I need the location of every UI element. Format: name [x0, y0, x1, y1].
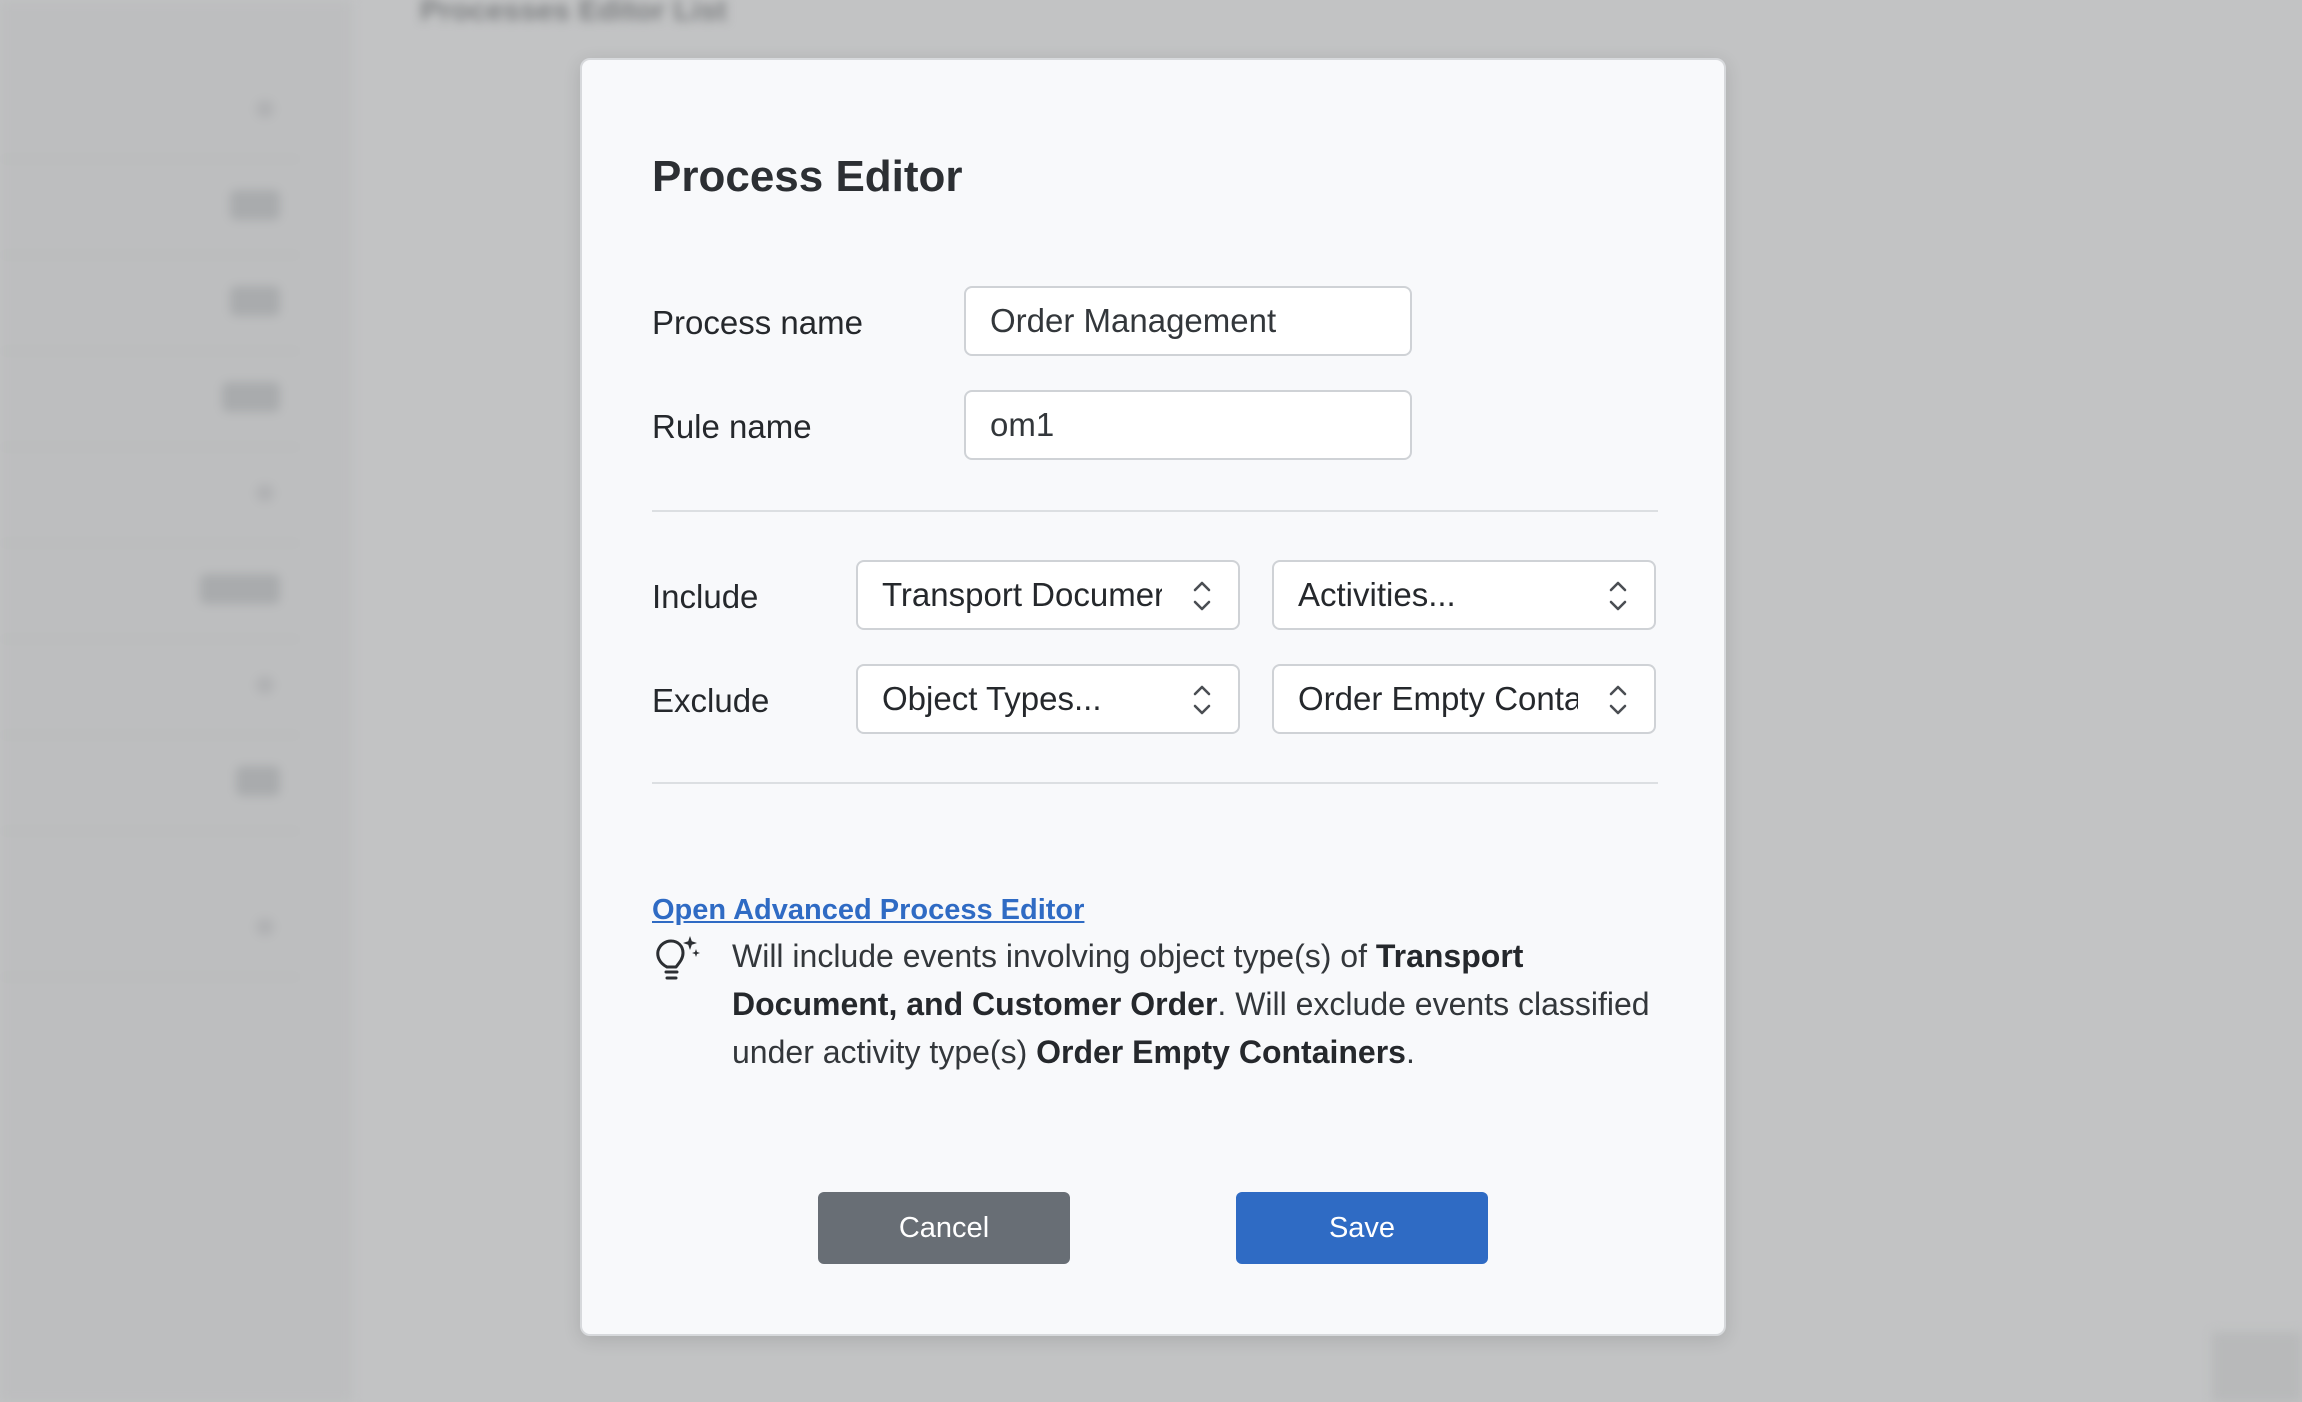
- hint-text-part: Will include events involving object typ…: [732, 938, 1376, 974]
- process-editor-modal: Process Editor Process name Rule name In…: [580, 58, 1726, 1336]
- include-activities-select[interactable]: Activities...: [1272, 560, 1656, 630]
- include-object-types-select[interactable]: Transport Documer: [856, 560, 1240, 630]
- modal-title: Process Editor: [652, 152, 963, 201]
- background-row: [0, 542, 300, 640]
- chevron-updown-icon: [1193, 581, 1211, 611]
- include-label: Include: [652, 578, 759, 615]
- background-row: [0, 158, 300, 256]
- exclude-activities-value: Order Empty Conta: [1298, 680, 1578, 717]
- background-corner: [2212, 1332, 2302, 1402]
- include-activities-value: Activities...: [1298, 576, 1456, 613]
- hint-text: Will include events involving object typ…: [732, 932, 1662, 1076]
- background-sidebar: [0, 0, 352, 1402]
- chevron-updown-icon: [1609, 581, 1627, 611]
- background-row: [0, 734, 300, 832]
- hint-excluded-activities: Order Empty Containers: [1036, 1034, 1406, 1070]
- process-name-input[interactable]: [964, 286, 1412, 356]
- background-row: [0, 254, 300, 352]
- background-row: [0, 638, 300, 736]
- lightbulb-sparkle-icon: [656, 936, 700, 980]
- exclude-object-types-select[interactable]: Object Types...: [856, 664, 1240, 734]
- save-button[interactable]: Save: [1236, 1192, 1488, 1264]
- background-row: [0, 880, 300, 978]
- rule-name-input[interactable]: [964, 390, 1412, 460]
- exclude-label: Exclude: [652, 682, 770, 719]
- open-advanced-editor-link[interactable]: Open Advanced Process Editor: [652, 894, 1084, 927]
- divider: [652, 782, 1658, 784]
- chevron-updown-icon: [1609, 685, 1627, 715]
- include-object-types-value: Transport Documer: [882, 576, 1162, 613]
- cancel-button[interactable]: Cancel: [818, 1192, 1070, 1264]
- rule-name-label: Rule name: [652, 408, 812, 445]
- process-name-label: Process name: [652, 304, 863, 341]
- background-title: Processes Editor List: [420, 0, 727, 27]
- divider: [652, 510, 1658, 512]
- background-row: [0, 446, 300, 544]
- chevron-updown-icon: [1193, 685, 1211, 715]
- exclude-activities-select[interactable]: Order Empty Conta: [1272, 664, 1656, 734]
- background-row: [0, 62, 300, 160]
- hint-text-part: .: [1405, 1034, 1415, 1070]
- exclude-object-types-value: Object Types...: [882, 680, 1102, 717]
- background-row: [0, 350, 300, 448]
